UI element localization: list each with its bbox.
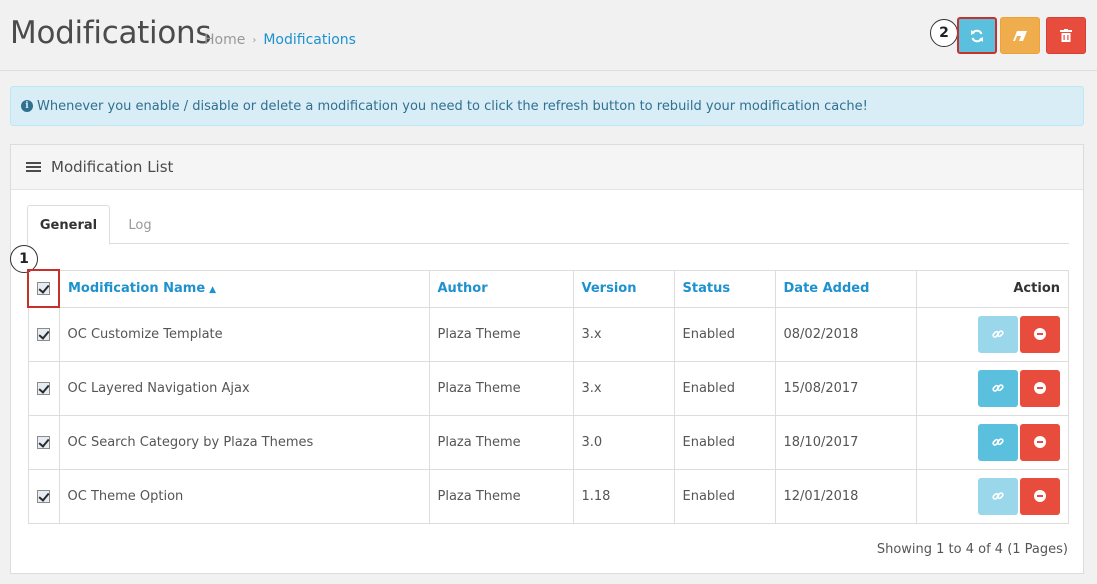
column-header-action: Action [915,269,1069,308]
cell-version: 1.18 [572,468,675,524]
cell-status: Enabled [673,414,776,470]
cell-action [915,414,1069,470]
page-header: Modifications Home › Modifications 2 [0,0,1097,71]
delete-button[interactable] [1046,17,1086,54]
row-select-cell [27,360,60,416]
column-header-version[interactable]: Version [572,269,675,308]
alert-text: Whenever you enable / disable or delete … [37,98,868,114]
table-row: OC Layered Navigation Ajax Plaza Theme 3.x… [27,360,1069,416]
cell-date-added: 08/02/2018 [774,306,917,362]
cell-action [915,306,1069,362]
table-row: OC Customize Template Plaza Theme 3.x Enabl… [27,306,1069,362]
breadcrumb: Home › Modifications [204,32,356,48]
refresh-button[interactable] [957,17,997,54]
tab-log[interactable]: Log [110,205,170,245]
cell-date-added: 12/01/2018 [774,468,917,524]
cell-status: Enabled [673,360,776,416]
column-header-status[interactable]: Status [673,269,776,308]
column-header-name[interactable]: Modification Name ▲ [58,269,430,308]
cell-author: Plaza Theme [428,468,574,524]
column-header-author[interactable]: Author [428,269,574,308]
pagination-info: Showing 1 to 4 of 4 (1 Pages) [876,542,1068,557]
breadcrumb-current-link[interactable]: Modifications [263,32,356,48]
link-icon [992,437,1004,446]
breadcrumb-separator: › [252,34,257,46]
cell-date-added: 18/10/2017 [774,414,917,470]
disable-button[interactable] [1020,477,1060,515]
eraser-icon [1013,30,1027,41]
disable-button[interactable] [1020,369,1060,407]
disable-button[interactable] [1020,315,1060,353]
link-icon [992,329,1004,338]
trash-icon [1060,29,1072,42]
cell-name: OC Customize Template [58,306,430,362]
link-button[interactable] [978,369,1018,407]
row-checkbox[interactable] [37,489,50,503]
cell-name: OC Theme Option [58,468,430,524]
link-button[interactable] [978,477,1018,515]
panel-heading: Modification List [11,145,1083,190]
column-header-name-label: Modification Name [68,281,206,296]
cell-version: 3.x [572,360,675,416]
row-checkbox[interactable] [37,327,50,341]
link-icon [992,491,1004,500]
cell-version: 3.x [572,306,675,362]
annotation-marker-2: 2 [930,19,958,47]
modification-list-panel: Modification List General Log 1 Modifica… [10,144,1084,574]
link-button[interactable] [978,423,1018,461]
tabs: General Log [27,205,1069,245]
refresh-icon [971,29,983,42]
clear-log-button[interactable] [1000,17,1040,54]
row-checkbox[interactable] [37,435,50,449]
cell-name: OC Search Category by Plaza Themes [58,414,430,470]
list-icon [26,161,41,173]
cell-author: Plaza Theme [428,360,574,416]
sort-asc-icon: ▲ [209,285,217,295]
row-select-cell [27,414,60,470]
cell-author: Plaza Theme [428,414,574,470]
cell-action [915,468,1069,524]
row-checkbox[interactable] [37,381,50,395]
cell-date-added: 15/08/2017 [774,360,917,416]
tab-general[interactable]: General [27,205,110,245]
cell-status: Enabled [673,306,776,362]
info-alert: i Whenever you enable / disable or delet… [10,86,1084,126]
row-select-cell [27,306,60,362]
select-all-cell [27,269,60,308]
breadcrumb-home-link[interactable]: Home [204,32,245,48]
table-row: OC Theme Option Plaza Theme 1.18 Enabled 12/… [27,468,1069,524]
page-title: Modifications [10,15,212,51]
modifications-table: Modification Name ▲ Author Version Status… [27,269,1069,524]
table-row: OC Search Category by Plaza Themes Plaza … [27,414,1069,470]
link-button[interactable] [978,315,1018,353]
column-header-date-added[interactable]: Date Added [774,269,917,308]
cell-name: OC Layered Navigation Ajax [58,360,430,416]
disable-button[interactable] [1020,423,1060,461]
cell-version: 3.0 [572,414,675,470]
link-icon [992,383,1004,392]
cell-author: Plaza Theme [428,306,574,362]
info-circle-icon: i [21,100,33,112]
panel-heading-title: Modification List [51,158,174,176]
table-header-row: Modification Name ▲ Author Version Status… [27,269,1069,308]
cell-action [915,360,1069,416]
row-select-cell [27,468,60,524]
select-all-checkbox[interactable] [37,282,50,295]
cell-status: Enabled [673,468,776,524]
